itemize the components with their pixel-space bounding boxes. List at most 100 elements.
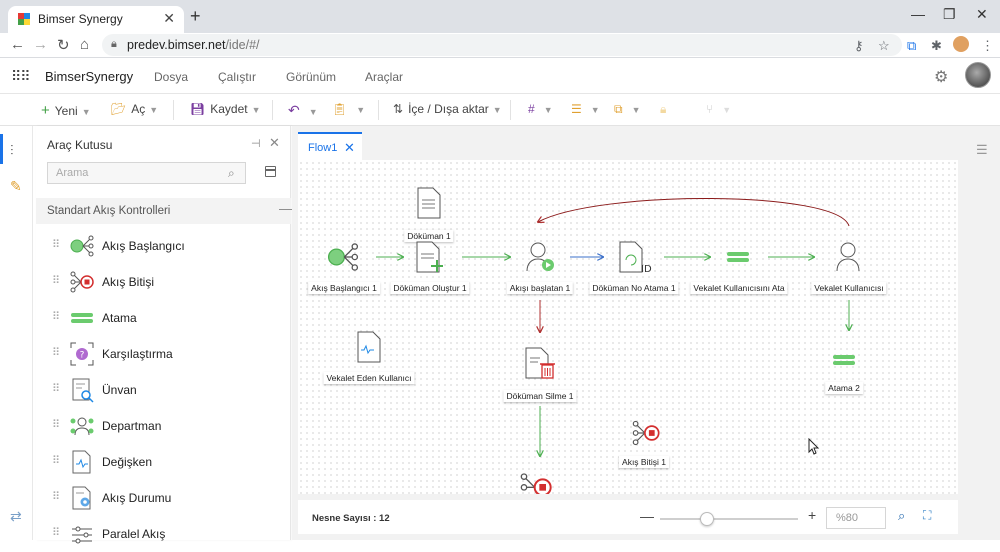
flow-canvas[interactable]: Akış Başlangıcı 1 Döküman 1 Döküman Oluş… bbox=[298, 160, 958, 494]
back-icon[interactable]: ← bbox=[10, 36, 25, 53]
user-avatar[interactable] bbox=[965, 62, 991, 88]
flow-end-icon[interactable] bbox=[628, 418, 664, 448]
node-label[interactable]: Döküman Silme 1 bbox=[503, 390, 577, 402]
bookmark-star-icon[interactable]: ☆ bbox=[878, 38, 890, 54]
toolbox-item-title[interactable]: ⠿ Ünvan bbox=[36, 372, 291, 408]
connector-proxyuser-flowstarter[interactable] bbox=[538, 197, 850, 227]
toolbox-search-input[interactable]: Arama ⌕ bbox=[47, 162, 246, 184]
restore-icon[interactable]: ❐ bbox=[943, 6, 956, 23]
menu-dosya[interactable]: Dosya bbox=[154, 70, 188, 84]
toolbox-section-header[interactable]: Standart Akış Kontrolleri — bbox=[36, 198, 293, 224]
node-label[interactable]: Vekalet Kullanıcısını Ata bbox=[690, 282, 788, 294]
minimize-icon[interactable]: — bbox=[911, 6, 925, 22]
new-button[interactable]: + Yeni ▼ bbox=[41, 102, 91, 119]
node-label[interactable]: Akış Başlangıcı 1 bbox=[308, 282, 380, 294]
close-window-icon[interactable]: ✕ bbox=[976, 6, 988, 23]
menu-gorunum[interactable]: Görünüm bbox=[286, 70, 336, 84]
node-label[interactable]: Döküman No Atama 1 bbox=[589, 282, 679, 294]
zoom-input[interactable]: %80 bbox=[826, 507, 886, 529]
profile-avatar[interactable] bbox=[953, 36, 969, 52]
bimser-favicon bbox=[18, 13, 30, 25]
drag-handle-icon[interactable]: ⠿ bbox=[52, 382, 60, 395]
document-create-icon[interactable] bbox=[415, 240, 445, 274]
toolbox-item-variable[interactable]: ⠿ Değişken bbox=[36, 444, 291, 480]
toolbox-item-label: Akış Başlangıcı bbox=[102, 239, 185, 253]
document-wave-icon[interactable] bbox=[356, 330, 382, 364]
toolbox-item-parallel-flow[interactable]: ⠿ Paralel Akış bbox=[36, 516, 291, 552]
document-icon[interactable] bbox=[416, 186, 442, 220]
extensions-icon[interactable]: ✱ bbox=[931, 38, 942, 54]
svg-text:?: ? bbox=[80, 351, 85, 361]
document-delete-icon[interactable] bbox=[524, 346, 558, 380]
assignment-icon[interactable] bbox=[722, 244, 754, 270]
drag-handle-icon[interactable]: ⠿ bbox=[52, 310, 60, 323]
close-icon[interactable]: ✕ bbox=[269, 135, 280, 151]
node-label[interactable]: Vekalet Eden Kullanıcı bbox=[323, 372, 415, 384]
menu-araclar[interactable]: Araçlar bbox=[365, 70, 403, 84]
layers-icon[interactable]: ☰ bbox=[976, 142, 988, 158]
arrange-button[interactable]: ⧉ ▼ bbox=[614, 102, 641, 117]
new-tab-icon[interactable]: + bbox=[190, 6, 201, 27]
flow-rail-icon[interactable]: ⇄ bbox=[10, 508, 22, 525]
node-label[interactable]: Atama 2 bbox=[825, 382, 863, 394]
url-input[interactable]: 🔒︎ predev.bimser.net/ide/#/ bbox=[102, 34, 902, 56]
document-id-icon[interactable]: ID bbox=[618, 240, 652, 274]
close-tab-icon[interactable]: ✕ bbox=[163, 10, 175, 27]
app-launcher-icon[interactable]: ⠿⠿ bbox=[11, 68, 30, 85]
toolbox-item-flow-status[interactable]: ⠿ Akış Durumu bbox=[36, 480, 291, 516]
drag-handle-icon[interactable]: ⠿ bbox=[52, 526, 60, 539]
undo-button[interactable]: ↶ ▼ bbox=[288, 102, 318, 119]
fit-to-screen-icon[interactable]: ⛶ bbox=[923, 508, 931, 523]
drag-handle-icon[interactable]: ⠿ bbox=[52, 346, 60, 359]
hierarchy-button[interactable]: ⑂ ▼ bbox=[706, 102, 731, 116]
menu-calistir[interactable]: Çalıştır bbox=[218, 70, 256, 84]
user-start-icon[interactable] bbox=[524, 240, 558, 274]
zoom-slider-track[interactable] bbox=[660, 518, 798, 520]
more-menu-icon[interactable]: ⋮ bbox=[981, 38, 994, 54]
paste-button[interactable]: 📋︎ ▼ bbox=[332, 102, 365, 116]
browser-tab[interactable]: Bimser Synergy ✕ bbox=[8, 6, 184, 33]
reload-icon[interactable]: ↻ bbox=[57, 36, 70, 54]
translate-icon[interactable]: ⧉ bbox=[907, 38, 916, 54]
gear-icon[interactable]: ⚙ bbox=[934, 67, 948, 87]
minus-icon[interactable]: — bbox=[279, 200, 293, 216]
drag-handle-icon[interactable]: ⠿ bbox=[52, 490, 60, 503]
open-button[interactable]: 📂︎ Aç ▼ bbox=[111, 102, 158, 116]
collapse-panel-icon[interactable] bbox=[265, 166, 276, 177]
node-label[interactable]: Akış Bitişi 1 bbox=[619, 456, 669, 468]
toolbox-panel: Araç Kutusu ⊣ ✕ Arama ⌕ Standart Akış Ko… bbox=[36, 126, 293, 544]
key-icon[interactable]: ⚷ bbox=[854, 38, 864, 54]
pin-icon[interactable]: ⊣ bbox=[251, 137, 261, 150]
user-icon[interactable] bbox=[833, 240, 863, 274]
toolbox-item-department[interactable]: ⠿ Departman bbox=[36, 408, 291, 444]
drag-handle-icon[interactable]: ⠿ bbox=[52, 274, 60, 287]
flow-end-icon[interactable] bbox=[518, 470, 554, 494]
toolbox-item-comparison[interactable]: ⠿ ? Karşılaştırma bbox=[36, 336, 291, 372]
tab-flow1[interactable]: Flow1 ✕ bbox=[298, 132, 362, 160]
flow-start-icon[interactable] bbox=[326, 240, 360, 274]
node-label[interactable]: Döküman Oluştur 1 bbox=[390, 282, 470, 294]
lock-button[interactable]: 🔒︎ bbox=[660, 102, 671, 117]
zoom-slider-thumb[interactable] bbox=[700, 512, 714, 526]
toolbox-rail-icon[interactable]: ⫶ bbox=[10, 142, 14, 159]
align-button[interactable]: ☰ ▼ bbox=[571, 102, 600, 116]
drag-handle-icon[interactable]: ⠿ bbox=[52, 238, 60, 251]
import-export-button[interactable]: ⇅ İçe / Dışa aktar ▼ bbox=[393, 102, 502, 116]
lightbulb-rail-icon[interactable]: ✎ bbox=[10, 178, 22, 195]
node-label[interactable]: Akışı başlatan 1 bbox=[506, 282, 574, 294]
node-label[interactable]: Vekalet Kullanıcısı bbox=[811, 282, 887, 294]
drag-handle-icon[interactable]: ⠿ bbox=[52, 418, 60, 431]
home-icon[interactable]: ⌂ bbox=[80, 36, 89, 53]
toolbox-item-flow-start[interactable]: ⠿ Akış Başlangıcı bbox=[36, 228, 291, 264]
save-button[interactable]: 💾︎ Kaydet ▼ bbox=[190, 102, 261, 116]
drag-handle-icon[interactable]: ⠿ bbox=[52, 454, 60, 467]
zoom-search-icon[interactable]: ⌕ bbox=[898, 508, 905, 524]
assignment-icon[interactable] bbox=[828, 347, 860, 373]
toolbox-item-assignment[interactable]: ⠿ Atama bbox=[36, 300, 291, 336]
toolbox-item-flow-end[interactable]: ⠿ Akış Bitişi bbox=[36, 264, 291, 300]
zoom-in-icon[interactable]: + bbox=[808, 507, 816, 523]
close-tab-icon[interactable]: ✕ bbox=[344, 140, 355, 156]
zoom-out-icon[interactable]: — bbox=[640, 508, 654, 524]
forward-icon[interactable]: → bbox=[33, 36, 48, 53]
grid-button[interactable]: # ▼ bbox=[528, 102, 553, 116]
